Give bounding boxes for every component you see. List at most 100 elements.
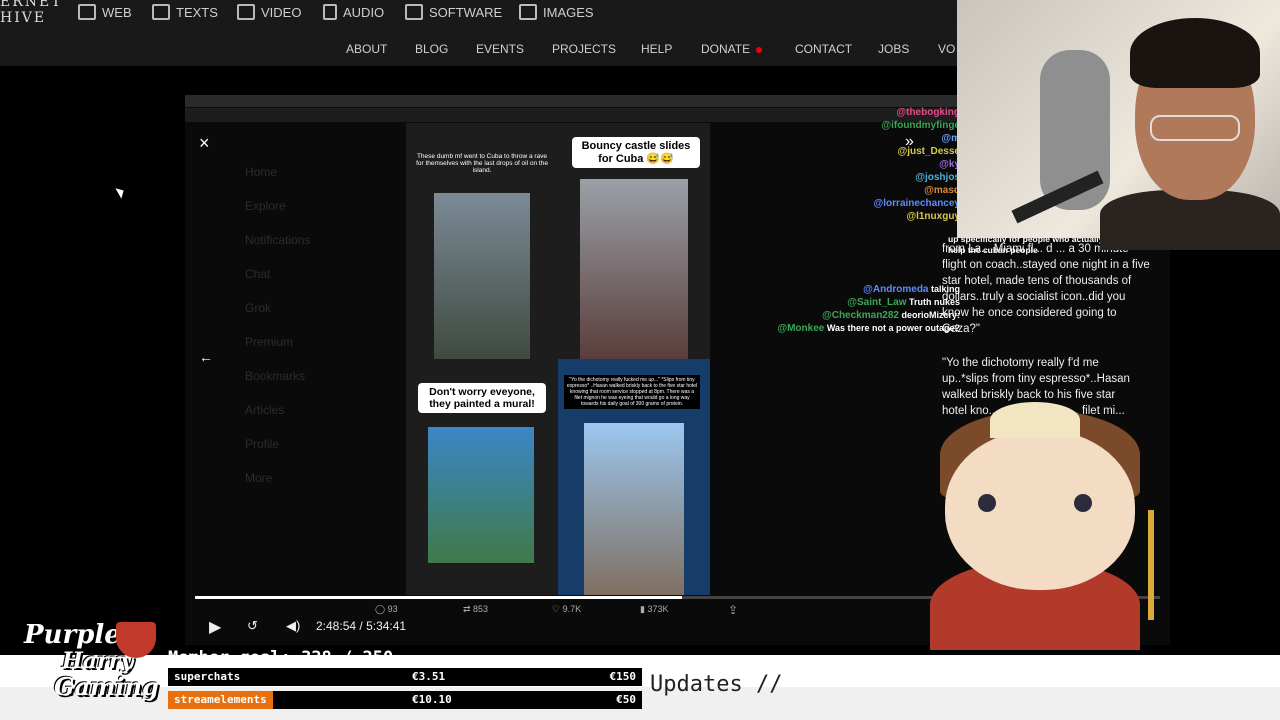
side-menu-more: More bbox=[245, 471, 273, 485]
chat-text: talking bbox=[928, 284, 960, 294]
nav-audio-label: AUDIO bbox=[343, 4, 385, 20]
view-count-value: 373K bbox=[647, 604, 669, 614]
nav-texts[interactable]: TEXTS bbox=[152, 3, 218, 21]
web-icon bbox=[78, 4, 96, 20]
play-icon[interactable]: ▶ bbox=[209, 617, 221, 637]
mouse-cursor-icon bbox=[115, 185, 127, 199]
film-icon bbox=[237, 4, 255, 20]
nav-texts-label: TEXTS bbox=[176, 4, 218, 20]
repost-count[interactable]: ⇄ 853 bbox=[463, 604, 488, 615]
side-menu-profile: Profile bbox=[245, 437, 280, 451]
nav-software-label: SOFTWARE bbox=[429, 4, 503, 20]
reply-count-value: 93 bbox=[387, 604, 398, 614]
nav-contact[interactable]: CONTACT bbox=[795, 42, 852, 56]
volume-icon[interactable]: ◀) bbox=[286, 618, 300, 634]
chat-message: @Monkee Was there not a power outage? bbox=[777, 320, 960, 337]
dimmed-sidebar: Home Explore Notifications Chat Grok Pre… bbox=[245, 165, 395, 615]
view-count[interactable]: ▮ 373K bbox=[640, 604, 668, 615]
story-caption-3: Don't worry eveyone, they painted a mura… bbox=[418, 383, 546, 413]
side-menu-articles: Articles bbox=[245, 403, 285, 417]
repost-icon: ⇄ bbox=[463, 604, 474, 614]
nav-donate[interactable]: DONATE bbox=[701, 42, 763, 56]
nav-web[interactable]: WEB bbox=[78, 3, 132, 21]
nav-software[interactable]: SOFTWARE bbox=[405, 3, 502, 21]
like-count-value: 9.7K bbox=[562, 604, 582, 614]
nav-video-label: VIDEO bbox=[261, 4, 302, 20]
story-caption-1: These dumb mf went to Cuba to throw a ra… bbox=[416, 153, 548, 174]
member-goal-label: Member goal: bbox=[168, 648, 291, 668]
site-logo[interactable]: ERNET HIVE bbox=[0, 0, 63, 26]
story-panel-4: "Yo the dichotomy really fucked me up...… bbox=[558, 359, 710, 595]
mascot-staff bbox=[1148, 510, 1154, 620]
nav-images-label: IMAGES bbox=[543, 4, 594, 20]
side-menu-notifications: Notifications bbox=[245, 233, 311, 247]
chat-message: @l1nuxguy bbox=[906, 208, 960, 225]
video-progress-fill bbox=[195, 596, 682, 599]
superchats-amount: €3.51 bbox=[412, 670, 446, 683]
streamer-hair bbox=[1130, 18, 1260, 88]
side-menu-premium: Premium bbox=[245, 335, 294, 349]
mascot-cap bbox=[990, 402, 1080, 438]
logo-line-2: HIVE bbox=[0, 10, 47, 26]
time-display: 2:48:54 / 5:34:41 bbox=[316, 619, 407, 633]
total-time: 5:34:41 bbox=[366, 619, 407, 633]
logo-purple: Purple bbox=[24, 620, 121, 650]
side-menu-bookmarks: Bookmarks bbox=[245, 369, 306, 383]
mascot-eye-left bbox=[978, 494, 996, 512]
chat-text: Was there not a power outage? bbox=[824, 323, 960, 333]
nav-jobs[interactable]: JOBS bbox=[878, 42, 909, 56]
superchats-goal: €150 bbox=[609, 670, 637, 683]
rewind-10-icon[interactable]: ↺ bbox=[247, 618, 258, 634]
member-goal-target: 250 bbox=[362, 648, 394, 668]
logo-line-1: ERNET bbox=[0, 0, 63, 10]
site-header: ERNET HIVE WEB TEXTS VIDEO AUDIO SOFTWAR… bbox=[0, 0, 960, 66]
like-count[interactable]: ♡ 9.7K bbox=[552, 604, 581, 615]
nav-audio[interactable]: AUDIO bbox=[323, 3, 384, 21]
repost-count-value: 853 bbox=[473, 604, 489, 614]
heart-outline-icon: ♡ bbox=[552, 604, 563, 614]
arrow-left-icon[interactable]: ← bbox=[199, 349, 213, 365]
story-panel-2: Bouncy castle slides for Cuba 😅😅 bbox=[558, 123, 710, 359]
nav-web-label: WEB bbox=[102, 4, 132, 20]
side-menu-grok: Grok bbox=[245, 301, 272, 315]
current-time: 2:48:54 bbox=[316, 619, 357, 633]
close-icon[interactable]: × bbox=[199, 133, 210, 154]
heart-icon bbox=[756, 46, 763, 53]
comment-icon: ◯ bbox=[375, 604, 388, 614]
logo-gaming: Gaming bbox=[54, 672, 159, 701]
side-menu-chat: Chat bbox=[245, 267, 271, 281]
story-photo-1 bbox=[434, 193, 530, 359]
nav-donate-label: DONATE bbox=[701, 42, 751, 56]
nav-about[interactable]: ABOUT bbox=[346, 42, 387, 56]
reply-count[interactable]: ◯ 93 bbox=[375, 604, 398, 615]
nav-help[interactable]: HELP bbox=[641, 42, 672, 56]
story-panel-3: Don't worry eveyone, they painted a mura… bbox=[406, 359, 558, 595]
story-photo-4 bbox=[584, 423, 684, 595]
story-panel-1: These dumb mf went to Cuba to throw a ra… bbox=[406, 123, 558, 359]
side-menu-explore: Explore bbox=[245, 199, 286, 213]
mascot-head bbox=[945, 430, 1135, 590]
chat-username: @Monkee bbox=[777, 323, 825, 334]
superchats-label: superchats bbox=[174, 670, 241, 683]
nav-events[interactable]: EVENTS bbox=[476, 42, 524, 56]
nav-projects[interactable]: PROJECTS bbox=[552, 42, 616, 56]
ticker-text: Updates // bbox=[650, 672, 783, 697]
nav-images[interactable]: IMAGES bbox=[519, 3, 594, 21]
story-photo-3 bbox=[428, 427, 534, 563]
nav-blog[interactable]: BLOG bbox=[415, 42, 448, 56]
streamelements-row: streamelements €10.10 €50 bbox=[168, 691, 642, 709]
nav-video[interactable]: VIDEO bbox=[237, 3, 301, 21]
channel-logo: Purple Harry Gaming bbox=[4, 618, 164, 718]
superchats-row: superchats €3.51 €150 bbox=[168, 668, 642, 686]
speaker-icon bbox=[323, 4, 337, 20]
side-menu-home: Home bbox=[245, 165, 278, 179]
streamelements-label: streamelements bbox=[168, 691, 273, 709]
nav-volunteer[interactable]: VO bbox=[938, 42, 955, 56]
story-photo-2 bbox=[580, 179, 688, 359]
share-icon[interactable]: ⇪ bbox=[728, 603, 738, 617]
member-goal: Member goal: 328 / 250 bbox=[168, 648, 394, 668]
streamelements-goal: €50 bbox=[616, 693, 636, 706]
chat-username: @l1nuxguy bbox=[906, 211, 960, 222]
chat-text: deorioMizcry: bbox=[898, 310, 960, 320]
mascot-eye-right bbox=[1074, 494, 1092, 512]
